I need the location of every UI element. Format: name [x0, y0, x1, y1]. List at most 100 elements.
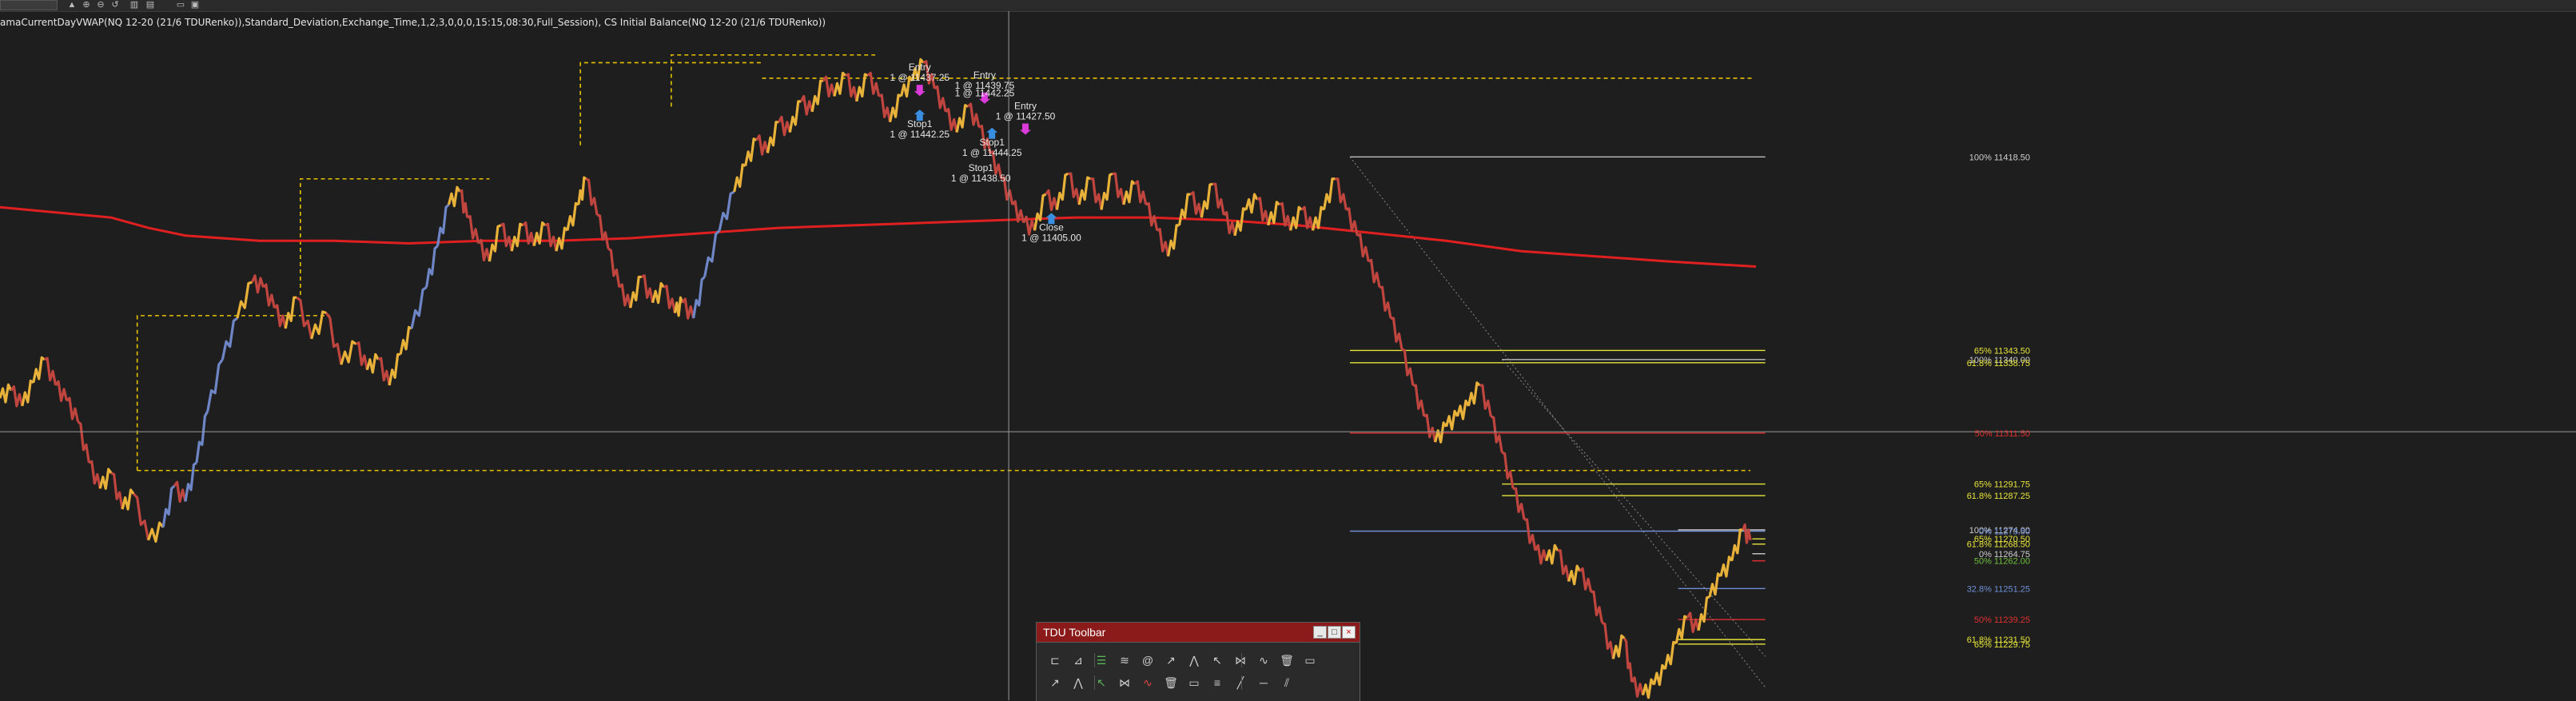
price-segment: [1256, 197, 1270, 226]
price-segment: [1579, 567, 1593, 592]
price-segment: [522, 221, 536, 247]
fib-level-label: 65% 11291.75: [1974, 480, 2030, 490]
price-segment: [466, 214, 480, 244]
parallel-icon[interactable]: ▭: [1301, 651, 1319, 669]
ray-icon[interactable]: ▭: [1185, 674, 1203, 691]
price-segment: [44, 356, 58, 386]
price-segment: [447, 185, 461, 208]
price-segment: [88, 460, 102, 489]
gann-icon[interactable]: ↖: [1093, 674, 1110, 691]
fib-levels-icon[interactable]: ∿: [1139, 674, 1157, 691]
price-segment: [810, 79, 824, 113]
tdu-toolbar-titlebar[interactable]: TDU Toolbar _ □ ×: [1037, 623, 1360, 643]
toolbar-separator: [1241, 653, 1242, 667]
price-segment: [221, 317, 238, 360]
channel-icon[interactable]: ↗: [1162, 651, 1180, 669]
arc-icon[interactable]: ↗: [1046, 674, 1064, 691]
price-segment: [1212, 182, 1225, 216]
close-button[interactable]: ×: [1342, 626, 1356, 639]
line-icon[interactable]: ≋: [1116, 651, 1133, 669]
price-segment: [284, 296, 297, 329]
fib-level-label: 50% 11311.50: [1975, 429, 2030, 439]
trade-marker-fill: 1 @ 11405.00: [1021, 232, 1081, 243]
zigzag-icon[interactable]: ≡: [1208, 674, 1226, 691]
price-segment: [161, 484, 176, 528]
fib-level-label: 65% 11343.50: [1974, 346, 2030, 356]
fib-spiral-icon[interactable]: 🗑: [1162, 674, 1180, 691]
wave-icon[interactable]: ⫽: [1278, 674, 1296, 691]
price-segment: [173, 480, 187, 503]
price-segment: [777, 115, 791, 137]
trade-marker-label: Entry: [973, 70, 996, 81]
fib-icon[interactable]: ⋀: [1185, 651, 1203, 669]
price-segment: [1391, 317, 1403, 350]
trash-icon[interactable]: ⊏: [1046, 651, 1064, 669]
price-segment: [585, 177, 599, 216]
price-segment: [833, 71, 847, 97]
price-segment: [1434, 421, 1447, 444]
price-segment: [21, 379, 34, 407]
pattern-icon[interactable]: ─: [1255, 674, 1272, 691]
price-segment: [1524, 518, 1537, 552]
trade-marker-label: Stop1: [969, 162, 994, 173]
lines-icon[interactable]: ☰: [1093, 651, 1110, 669]
price-segment: [607, 247, 621, 288]
fib-level-label: 61.8% 11287.25: [1967, 492, 2030, 501]
fib-ext-icon[interactable]: ⋀: [1069, 674, 1087, 691]
tdu-toolbar: TDU Toolbar _ □ × ⊏ ⊿ ☰ ≋ @ ↗ ⋀ ↖ ⋈ ∿ 🗑 ▭ ↗ ⋀ ↖ ⋈ ∿ 🗑 ▭ ≡ ╱ ─…: [1036, 622, 1360, 701]
entry-arrow-icon: [1019, 123, 1031, 135]
price-layer: [0, 58, 1752, 699]
minimize-button[interactable]: _: [1313, 626, 1327, 639]
price-segment: [477, 238, 492, 262]
restore-button[interactable]: □: [1328, 626, 1341, 639]
vwap-line: [0, 205, 1757, 269]
price-segment: [510, 222, 524, 252]
grid-icon[interactable]: ↖: [1208, 651, 1226, 669]
price-segment: [1686, 611, 1700, 634]
price-segment: [1708, 572, 1722, 598]
price-segment: [1630, 676, 1645, 698]
price-segment: [1157, 228, 1170, 257]
price-segment: [1545, 544, 1559, 565]
trade-marker-layer: Entry1 @ 11437.25Stop11 @ 11442.25Entry1…: [890, 62, 1081, 243]
price-segment: [325, 312, 343, 365]
price-segment: [410, 286, 428, 329]
toolbar-separator: [1094, 653, 1095, 667]
hline-icon[interactable]: @: [1139, 651, 1157, 669]
fib-cluster-icon[interactable]: ⋈: [1116, 674, 1133, 691]
price-segment: [955, 104, 969, 133]
price-segment: [459, 189, 469, 218]
price-chart[interactable]: Entry1 @ 11437.25Stop11 @ 11442.25Entry1…: [0, 0, 2576, 700]
price-segment: [1068, 172, 1081, 205]
price-segment: [1244, 193, 1259, 214]
ruler-icon[interactable]: ⊿: [1069, 651, 1087, 669]
price-segment: [878, 94, 892, 123]
price-segment: [1641, 678, 1655, 699]
price-segment: [663, 285, 677, 313]
price-segment: [1591, 590, 1604, 623]
price-segment: [673, 296, 684, 317]
fib-level-label: 61.8% 11268.50: [1967, 540, 2030, 550]
fib-time-icon[interactable]: ∿: [1255, 651, 1272, 669]
arrow-icon[interactable]: ╱: [1232, 674, 1249, 691]
price-segment: [1663, 640, 1677, 670]
price-segment: [436, 203, 450, 246]
tdu-toolbar-title: TDU Toolbar: [1043, 626, 1106, 639]
trade-marker-fill: 1 @ 11427.50: [996, 111, 1056, 122]
price-segment: [1368, 258, 1381, 288]
price-segment: [1167, 224, 1180, 257]
price-segment: [1322, 177, 1336, 210]
price-segment: [1113, 172, 1125, 205]
price-segment: [744, 137, 758, 166]
pitchfork-icon[interactable]: 🗑: [1278, 651, 1296, 669]
fan-icon[interactable]: ⋈: [1232, 651, 1249, 669]
price-segment: [262, 283, 276, 309]
price-segment: [822, 75, 836, 98]
price-segment: [32, 356, 46, 384]
price-segment: [1412, 384, 1426, 417]
price-segment: [1090, 177, 1103, 210]
price-segment: [618, 283, 632, 309]
price-segment: [500, 222, 513, 252]
price-segment: [577, 176, 587, 205]
price-segment: [1055, 172, 1069, 210]
